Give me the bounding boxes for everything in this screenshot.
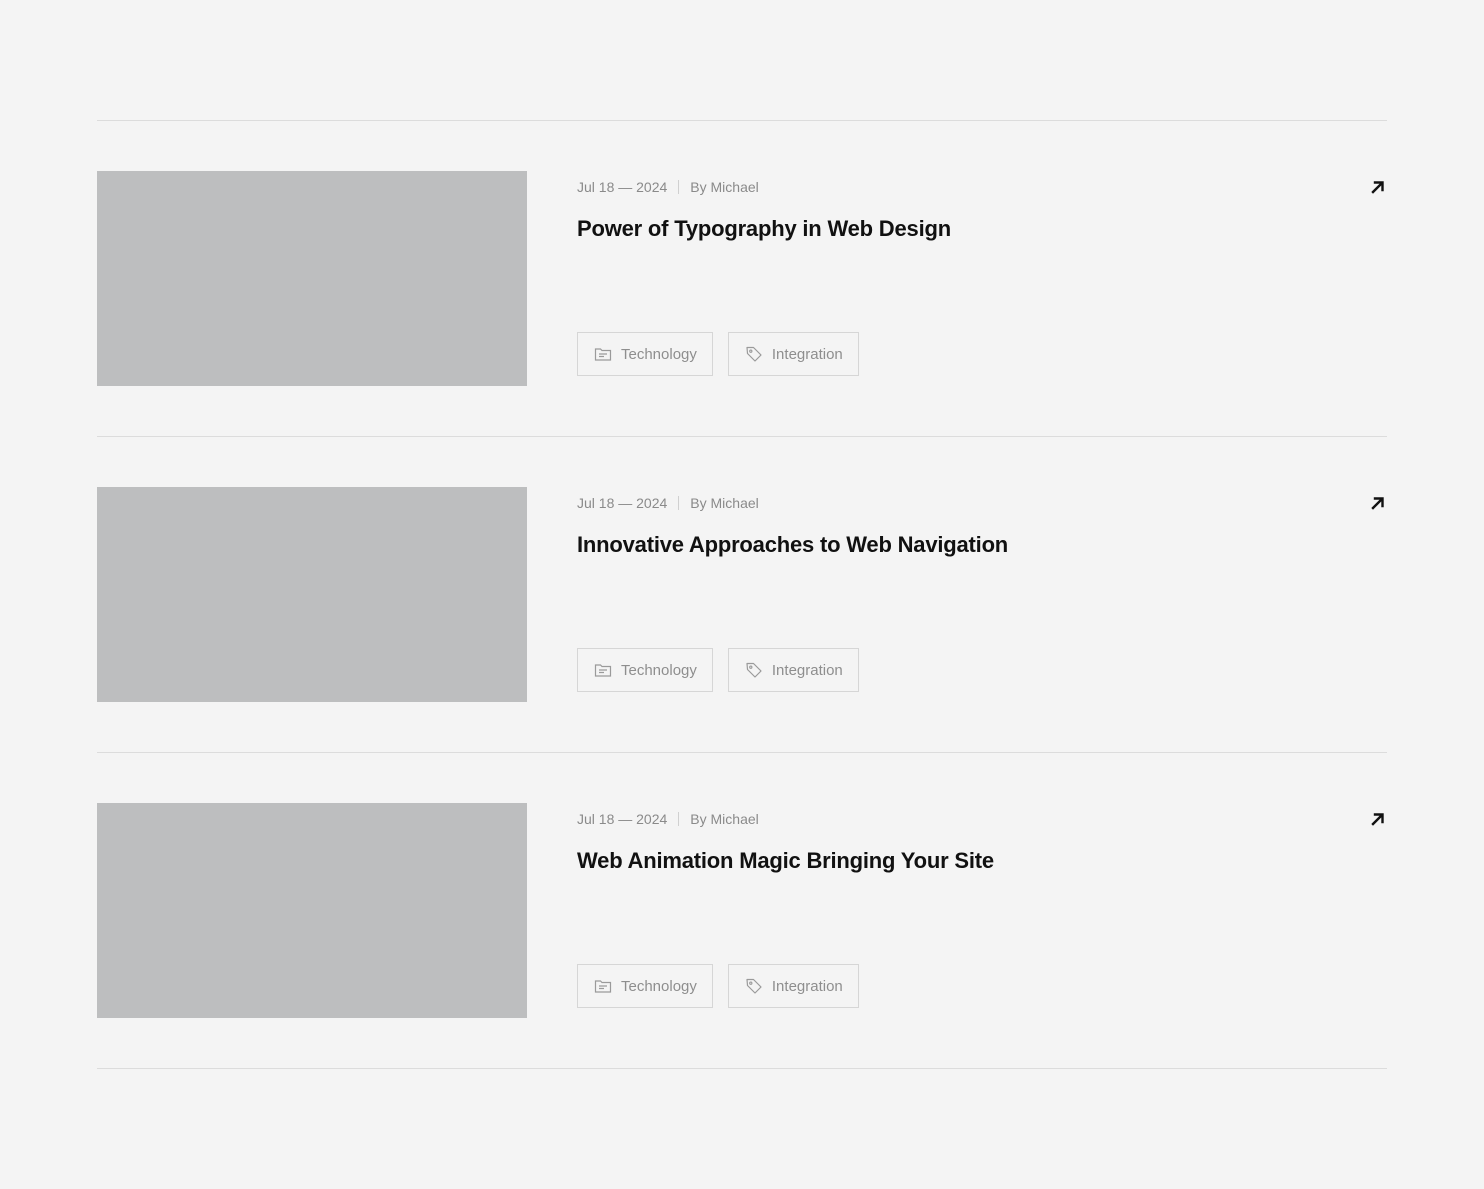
post-thumbnail[interactable] <box>97 803 527 1018</box>
meta-divider <box>678 812 680 826</box>
category-button[interactable]: Technology <box>577 964 713 1008</box>
tag-button[interactable]: Integration <box>727 964 859 1008</box>
post-date: Jul 18 — 2024 <box>577 495 668 511</box>
post-author[interactable]: By Michael <box>690 179 758 195</box>
category-label: Technology <box>621 661 697 679</box>
post-date: Jul 18 — 2024 <box>577 179 668 195</box>
folder-icon <box>594 980 612 993</box>
tag-icon <box>746 662 762 678</box>
post-content: Jul 18 — 2024 By Michael Innovative Appr… <box>577 487 1387 702</box>
post-tags: Technology Integration <box>577 648 859 692</box>
tag-label: Integration <box>771 661 843 679</box>
tag-icon <box>746 978 762 994</box>
post-thumbnail[interactable] <box>97 487 527 702</box>
category-label: Technology <box>621 977 697 995</box>
post-meta: Jul 18 — 2024 By Michael <box>577 811 759 827</box>
post-title[interactable]: Power of Typography in Web Design <box>577 216 951 242</box>
tag-label: Integration <box>771 977 843 995</box>
post-author[interactable]: By Michael <box>690 811 758 827</box>
post-title[interactable]: Innovative Approaches to Web Navigation <box>577 532 1008 558</box>
blog-page: Jul 18 — 2024 By Michael Power of Typogr… <box>0 0 1484 1189</box>
post-meta: Jul 18 — 2024 By Michael <box>577 495 759 511</box>
post-content: Jul 18 — 2024 By Michael Power of Typogr… <box>577 171 1387 386</box>
post-meta: Jul 18 — 2024 By Michael <box>577 179 759 195</box>
meta-divider <box>678 496 680 510</box>
category-button[interactable]: Technology <box>577 332 713 376</box>
folder-icon <box>594 348 612 361</box>
folder-icon <box>594 664 612 677</box>
tag-button[interactable]: Integration <box>727 648 859 692</box>
post-card: Jul 18 — 2024 By Michael Innovative Appr… <box>97 437 1387 753</box>
post-card: Jul 18 — 2024 By Michael Web Animation M… <box>97 753 1387 1069</box>
category-label: Technology <box>621 345 697 363</box>
post-tags: Technology Integration <box>577 332 859 376</box>
post-date: Jul 18 — 2024 <box>577 811 668 827</box>
post-tags: Technology Integration <box>577 964 859 1008</box>
tag-label: Integration <box>771 345 843 363</box>
post-content: Jul 18 — 2024 By Michael Web Animation M… <box>577 803 1387 1018</box>
arrow-up-right-icon[interactable] <box>1369 494 1387 512</box>
tag-button[interactable]: Integration <box>727 332 859 376</box>
post-card: Jul 18 — 2024 By Michael Power of Typogr… <box>97 121 1387 437</box>
category-button[interactable]: Technology <box>577 648 713 692</box>
post-thumbnail[interactable] <box>97 171 527 386</box>
arrow-up-right-icon[interactable] <box>1369 810 1387 828</box>
post-title[interactable]: Web Animation Magic Bringing Your Site <box>577 848 994 874</box>
meta-divider <box>678 180 680 194</box>
post-author[interactable]: By Michael <box>690 495 758 511</box>
post-list: Jul 18 — 2024 By Michael Power of Typogr… <box>97 120 1387 1069</box>
tag-icon <box>746 346 762 362</box>
arrow-up-right-icon[interactable] <box>1369 178 1387 196</box>
